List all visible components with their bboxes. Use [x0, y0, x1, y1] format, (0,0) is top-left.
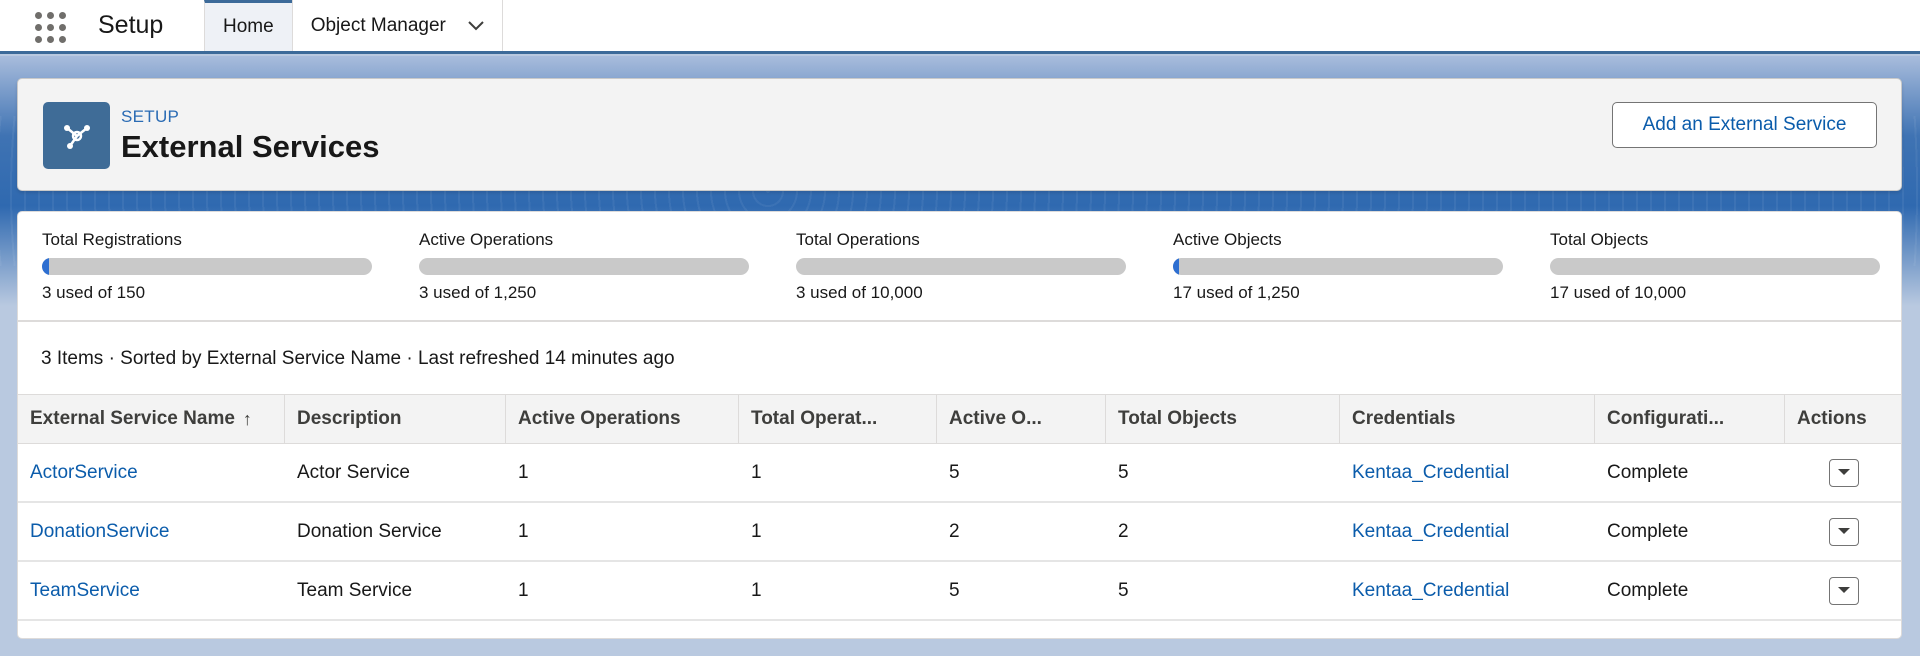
usage-total-operations: Total Operations 3 used of 10,000: [796, 230, 1126, 303]
column-header-label: Actions: [1797, 408, 1867, 429]
total-objects-cell: 5: [1118, 461, 1129, 483]
configuration-cell: Complete: [1607, 579, 1689, 601]
usage-total-objects: Total Objects 17 used of 10,000: [1550, 230, 1880, 303]
usage-active-operations: Active Operations 3 used of 1,250: [419, 230, 749, 303]
configuration-cell: Complete: [1607, 520, 1689, 542]
column-header-label: Total Operat...: [751, 408, 878, 429]
app-launcher-icon[interactable]: [18, 0, 82, 54]
active-operations-cell: 1: [518, 461, 529, 483]
chevron-down-icon: [1838, 528, 1850, 534]
column-header-active-objects[interactable]: Active O...: [937, 395, 1106, 443]
usage-label: Active Operations: [419, 230, 554, 249]
add-external-service-button[interactable]: Add an External Service: [1612, 102, 1877, 148]
usage-value: 3 used of 10,000: [796, 283, 923, 302]
table-row: TeamService Team Service 1 1 5 5 Kentaa_…: [18, 562, 1901, 621]
tab-home-label: Home: [223, 16, 274, 37]
configuration-cell: Complete: [1607, 461, 1689, 483]
column-header-total-operations[interactable]: Total Operat...: [739, 395, 937, 443]
active-objects-cell: 5: [949, 579, 960, 601]
external-services-icon: [43, 102, 110, 169]
column-header-label: Active Operations: [518, 408, 681, 429]
description-cell: Actor Service: [297, 461, 410, 483]
column-header-label: Active O...: [949, 408, 1042, 429]
column-header-external-service-name[interactable]: External Service Name ↑: [18, 395, 285, 443]
usage-summary: Total Registrations 3 used of 150 Active…: [18, 212, 1901, 322]
active-objects-cell: 5: [949, 461, 960, 483]
chevron-down-icon: [1838, 469, 1850, 475]
usage-label: Total Objects: [1550, 230, 1649, 249]
service-name-link[interactable]: DonationService: [30, 521, 169, 543]
table-header: External Service Name ↑ Description Acti…: [18, 394, 1901, 444]
main-card: Total Registrations 3 used of 150 Active…: [17, 211, 1902, 639]
column-header-label: Configurati...: [1607, 408, 1725, 429]
tab-home[interactable]: Home: [204, 0, 292, 51]
usage-value: 17 used of 1,250: [1173, 283, 1300, 302]
tab-object-manager-label: Object Manager: [310, 14, 446, 36]
usage-progress-bar: [1173, 258, 1503, 275]
app-name: Setup: [98, 11, 164, 39]
description-cell: Donation Service: [297, 520, 442, 542]
column-header-total-objects[interactable]: Total Objects: [1106, 395, 1340, 443]
usage-label: Total Registrations: [42, 230, 182, 249]
usage-progress-bar: [42, 258, 372, 275]
breadcrumb[interactable]: SETUP: [121, 107, 179, 127]
service-name-link[interactable]: TeamService: [30, 580, 140, 602]
sort-ascending-icon[interactable]: ↑: [243, 409, 252, 430]
usage-progress-fill: [42, 258, 49, 275]
total-objects-cell: 5: [1118, 579, 1129, 601]
description-cell: Team Service: [297, 579, 413, 601]
table-row: DonationService Donation Service 1 1 2 2…: [18, 503, 1901, 562]
usage-progress-bar: [796, 258, 1126, 275]
column-header-actions: Actions: [1785, 395, 1901, 443]
page-title: External Services: [121, 129, 380, 164]
column-header-configuration[interactable]: Configurati...: [1595, 395, 1785, 443]
row-actions-dropdown-button[interactable]: [1829, 576, 1859, 605]
usage-progress-bar: [1550, 258, 1880, 275]
service-name-link[interactable]: ActorService: [30, 462, 138, 484]
credential-link[interactable]: Kentaa_Credential: [1352, 462, 1509, 484]
page-header: SETUP External Services Add an External …: [17, 78, 1902, 191]
column-header-credentials[interactable]: Credentials: [1340, 395, 1595, 443]
column-header-label: External Service Name: [30, 408, 235, 429]
usage-progress-fill: [1173, 258, 1179, 275]
total-operations-cell: 1: [751, 520, 762, 542]
row-actions-dropdown-button[interactable]: [1829, 458, 1859, 487]
chevron-down-icon: [1838, 587, 1850, 593]
active-operations-cell: 1: [518, 520, 529, 542]
credential-link[interactable]: Kentaa_Credential: [1352, 521, 1509, 543]
total-operations-cell: 1: [751, 579, 762, 601]
usage-value: 3 used of 150: [42, 283, 146, 302]
global-nav: Setup Home Object Manager: [0, 0, 1920, 54]
column-header-label: Total Objects: [1118, 408, 1237, 429]
usage-value: 3 used of 1,250: [419, 283, 537, 302]
total-objects-cell: 2: [1118, 520, 1129, 542]
active-objects-cell: 2: [949, 520, 960, 542]
usage-progress-bar: [419, 258, 749, 275]
usage-active-objects: Active Objects 17 used of 1,250: [1173, 230, 1503, 303]
column-header-active-operations[interactable]: Active Operations: [506, 395, 739, 443]
total-operations-cell: 1: [751, 461, 762, 483]
usage-value: 17 used of 10,000: [1550, 283, 1687, 302]
column-header-label: Credentials: [1352, 408, 1456, 429]
list-view-info: 3 Items · Sorted by External Service Nam…: [41, 348, 675, 369]
usage-label: Active Objects: [1173, 230, 1282, 249]
credential-link[interactable]: Kentaa_Credential: [1352, 580, 1509, 602]
column-header-label: Description: [297, 408, 402, 429]
table-row: ActorService Actor Service 1 1 5 5 Kenta…: [18, 444, 1901, 503]
active-operations-cell: 1: [518, 579, 529, 601]
chevron-down-icon[interactable]: [468, 18, 484, 34]
usage-total-registrations: Total Registrations 3 used of 150: [42, 230, 372, 303]
column-header-description[interactable]: Description: [285, 395, 506, 443]
tab-object-manager[interactable]: Object Manager: [291, 0, 503, 51]
row-actions-dropdown-button[interactable]: [1829, 517, 1859, 546]
usage-label: Total Operations: [796, 230, 920, 249]
